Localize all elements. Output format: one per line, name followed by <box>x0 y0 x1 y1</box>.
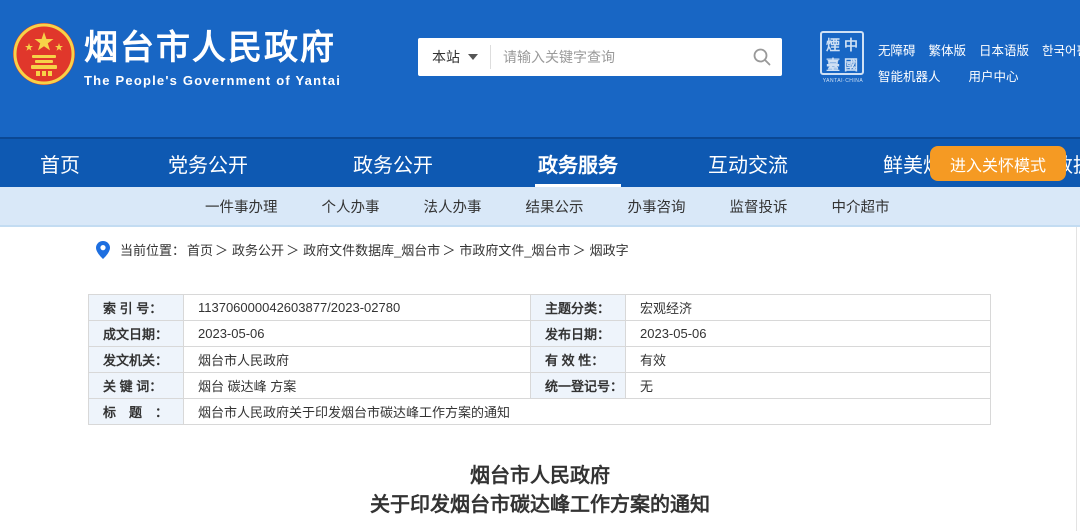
table-row: 成文日期： 2023-05-06 发布日期： 2023-05-06 <box>89 321 991 347</box>
location-pin-icon <box>96 241 110 259</box>
link-accessibility[interactable]: 无障碍 <box>878 40 916 59</box>
search-icon <box>752 47 772 67</box>
site-header: 烟台市人民政府 The People's Government of Yanta… <box>0 0 1080 137</box>
nav-item-gov-services[interactable]: 政务服务 <box>538 139 618 187</box>
page: 烟台市人民政府 The People's Government of Yanta… <box>0 0 1080 531</box>
subnav-item-supervision[interactable]: 监督投诉 <box>730 196 788 217</box>
nav-item-gov-disclosure[interactable]: 政务公开 <box>353 139 433 187</box>
site-title-block: 烟台市人民政府 The People's Government of Yanta… <box>84 28 341 88</box>
subnav-item-intermediary[interactable]: 中介超市 <box>832 196 890 217</box>
meta-label-written-date: 成文日期： <box>89 321 184 347</box>
seal-caption: YANTAI·CHINA <box>820 78 866 84</box>
seal-characters: 煙 中 臺 國 <box>820 31 864 75</box>
meta-label-publish-date: 发布日期： <box>531 321 626 347</box>
site-title: 烟台市人民政府 <box>84 28 341 68</box>
breadcrumb-home[interactable]: 首页 <box>187 240 232 259</box>
meta-value-keywords: 烟台 碳达峰 方案 <box>184 373 531 399</box>
meta-label-title: 标 题 ： <box>89 399 184 425</box>
breadcrumb-doc-database[interactable]: 政府文件数据库_烟台市 <box>303 240 459 259</box>
meta-label-unified-reg-number: 统一登记号： <box>531 373 626 399</box>
quick-links-row2: 智能机器人 用户中心 <box>878 66 1019 85</box>
sub-navigation: 一件事办理 个人办事 法人办事 结果公示 办事咨询 监督投诉 中介超市 <box>0 187 1080 227</box>
breadcrumb-prefix: 当前位置： <box>120 240 185 259</box>
table-row: 标 题 ： 烟台市人民政府关于印发烟台市碳达峰工作方案的通知 <box>89 399 991 425</box>
seal-char: 臺 <box>826 55 840 75</box>
link-chatbot[interactable]: 智能机器人 <box>878 66 941 85</box>
meta-label-topic-category: 主题分类： <box>531 295 626 321</box>
subnav-item-results[interactable]: 结果公示 <box>526 196 584 217</box>
document-title: 烟台市人民政府 关于印发烟台市碳达峰工作方案的通知 <box>0 462 1080 520</box>
meta-value-written-date: 2023-05-06 <box>184 321 531 347</box>
quick-links-row1: 无障碍 繁体版 日本语版 한국어판 <box>878 40 1080 59</box>
subnav-item-one-thing[interactable]: 一件事办理 <box>205 196 278 217</box>
link-traditional-chinese[interactable]: 繁体版 <box>929 40 967 59</box>
yantai-china-seal-logo: 煙 中 臺 國 YANTAI·CHINA <box>820 31 866 84</box>
meta-value-publish-date: 2023-05-06 <box>626 321 991 347</box>
chevron-down-icon <box>468 54 478 60</box>
table-row: 索 引 号： 113706000042603877/2023-02780 主题分… <box>89 295 991 321</box>
document-metadata-table: 索 引 号： 113706000042603877/2023-02780 主题分… <box>88 294 991 425</box>
table-row: 发文机关： 烟台市人民政府 有 效 性： 有效 <box>89 347 991 373</box>
link-japanese[interactable]: 日本语版 <box>979 40 1029 59</box>
search-input[interactable] <box>491 38 742 76</box>
meta-value-title: 烟台市人民政府关于印发烟台市碳达峰工作方案的通知 <box>184 399 991 425</box>
seal-char: 國 <box>844 55 858 75</box>
meta-value-index-number: 113706000042603877/2023-02780 <box>184 295 531 321</box>
search-box: 本站 <box>418 38 782 76</box>
nav-item-label: 政务服务 <box>538 149 618 178</box>
national-emblem-icon <box>12 22 76 86</box>
nav-item-home[interactable]: 首页 <box>40 139 80 187</box>
search-scope-label: 本站 <box>432 47 460 67</box>
nav-item-party-affairs[interactable]: 党务公开 <box>168 139 248 187</box>
main-navigation: 首页 党务公开 政务公开 政务服务 互动交流 鲜美烟台 数据查询 进入关怀模式 <box>0 137 1080 187</box>
meta-value-issuing-agency: 烟台市人民政府 <box>184 347 531 373</box>
breadcrumb-current: 烟政字 <box>590 240 629 259</box>
table-row: 关 键 词： 烟台 碳达峰 方案 统一登记号： 无 <box>89 373 991 399</box>
meta-label-index-number: 索 引 号： <box>89 295 184 321</box>
scrollbar[interactable] <box>1076 227 1077 531</box>
care-mode-button[interactable]: 进入关怀模式 <box>930 146 1066 181</box>
breadcrumb: 当前位置： 首页 政务公开 政府文件数据库_烟台市 市政府文件_烟台市 烟政字 <box>96 240 629 259</box>
nav-item-interaction[interactable]: 互动交流 <box>708 139 788 187</box>
search-button[interactable] <box>742 38 782 76</box>
meta-label-keywords: 关 键 词： <box>89 373 184 399</box>
meta-value-topic-category: 宏观经济 <box>626 295 991 321</box>
meta-value-unified-reg-number: 无 <box>626 373 991 399</box>
document-title-line2: 关于印发烟台市碳达峰工作方案的通知 <box>0 491 1080 520</box>
subnav-item-legal-person[interactable]: 法人办事 <box>424 196 482 217</box>
breadcrumb-city-docs[interactable]: 市政府文件_烟台市 <box>459 240 589 259</box>
document-title-line1: 烟台市人民政府 <box>0 462 1080 491</box>
meta-label-issuing-agency: 发文机关： <box>89 347 184 373</box>
meta-value-validity: 有效 <box>626 347 991 373</box>
site-subtitle: The People's Government of Yantai <box>84 73 341 88</box>
link-korean[interactable]: 한국어판 <box>1042 40 1080 59</box>
seal-char: 中 <box>844 35 858 55</box>
breadcrumb-gov-disclosure[interactable]: 政务公开 <box>232 240 303 259</box>
seal-char: 煙 <box>826 35 840 55</box>
search-scope-dropdown[interactable]: 本站 <box>418 38 490 76</box>
subnav-item-personal[interactable]: 个人办事 <box>322 196 380 217</box>
link-user-center[interactable]: 用户中心 <box>969 66 1019 85</box>
subnav-item-consultation[interactable]: 办事咨询 <box>628 196 686 217</box>
meta-label-validity: 有 效 性： <box>531 347 626 373</box>
